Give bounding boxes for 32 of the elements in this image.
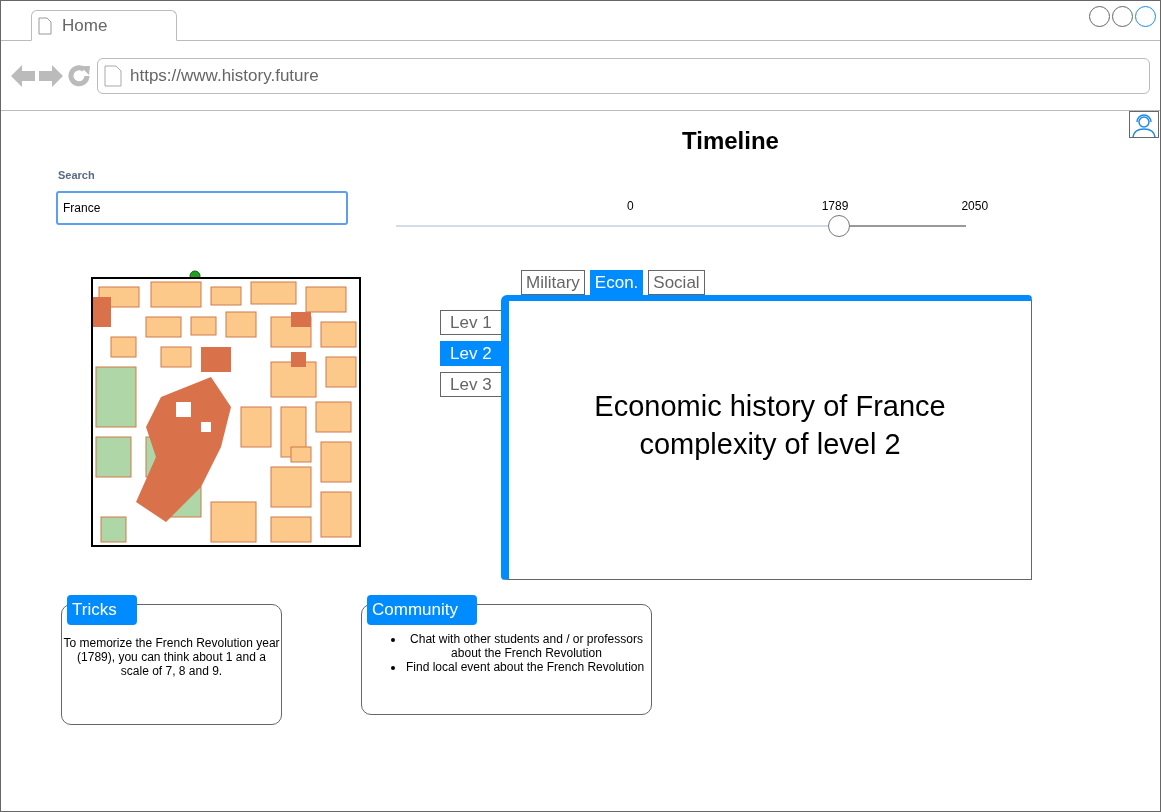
bullet-icon (391, 638, 395, 642)
search-label: Search (58, 168, 96, 183)
reload-icon[interactable] (67, 63, 91, 88)
tab[interactable]: Lev 1 (440, 310, 501, 335)
page-icon (104, 64, 122, 87)
url-text: https://www.history.future (130, 64, 319, 87)
forward-arrow-icon[interactable] (39, 64, 63, 87)
bullet-icon (391, 666, 395, 670)
address-bar[interactable]: https://www.history.future (97, 57, 1150, 94)
tab[interactable]: Lev 3 (440, 372, 501, 397)
page-title: Timeline (682, 126, 779, 156)
card-header: Community (367, 595, 477, 625)
tab[interactable]: Social (648, 270, 705, 295)
content-text: Economic history of France complexity of level 2 (594, 389, 946, 462)
card-header: Tricks (67, 595, 137, 625)
timeline-label: 2050 (961, 198, 989, 213)
timeline-label: 1789 (821, 198, 849, 213)
page-icon (38, 16, 52, 35)
user-avatar-icon[interactable] (1129, 111, 1159, 138)
timeline-label: 0 (627, 198, 634, 213)
search-field[interactable]: France (56, 190, 348, 225)
browser-tab[interactable]: Home (31, 10, 177, 41)
tab-title: Home (62, 14, 108, 37)
tab[interactable]: Military (521, 270, 585, 295)
timeline-slider[interactable] (396, 215, 966, 237)
tricks-text: To memorize the French Revolution year (1789), you can think about 1 and a scale of 7, 8 and 9. (62, 636, 281, 678)
slider-thumb[interactable] (827, 215, 850, 237)
community-item: Chat with other students and / or professors about the French Revolution (409, 632, 644, 660)
back-arrow-icon[interactable] (11, 64, 35, 87)
tab[interactable]: Econ. (589, 270, 644, 295)
community-item: Find local event about the French Revolution (406, 660, 645, 674)
tab[interactable]: Lev 2 (440, 341, 501, 366)
